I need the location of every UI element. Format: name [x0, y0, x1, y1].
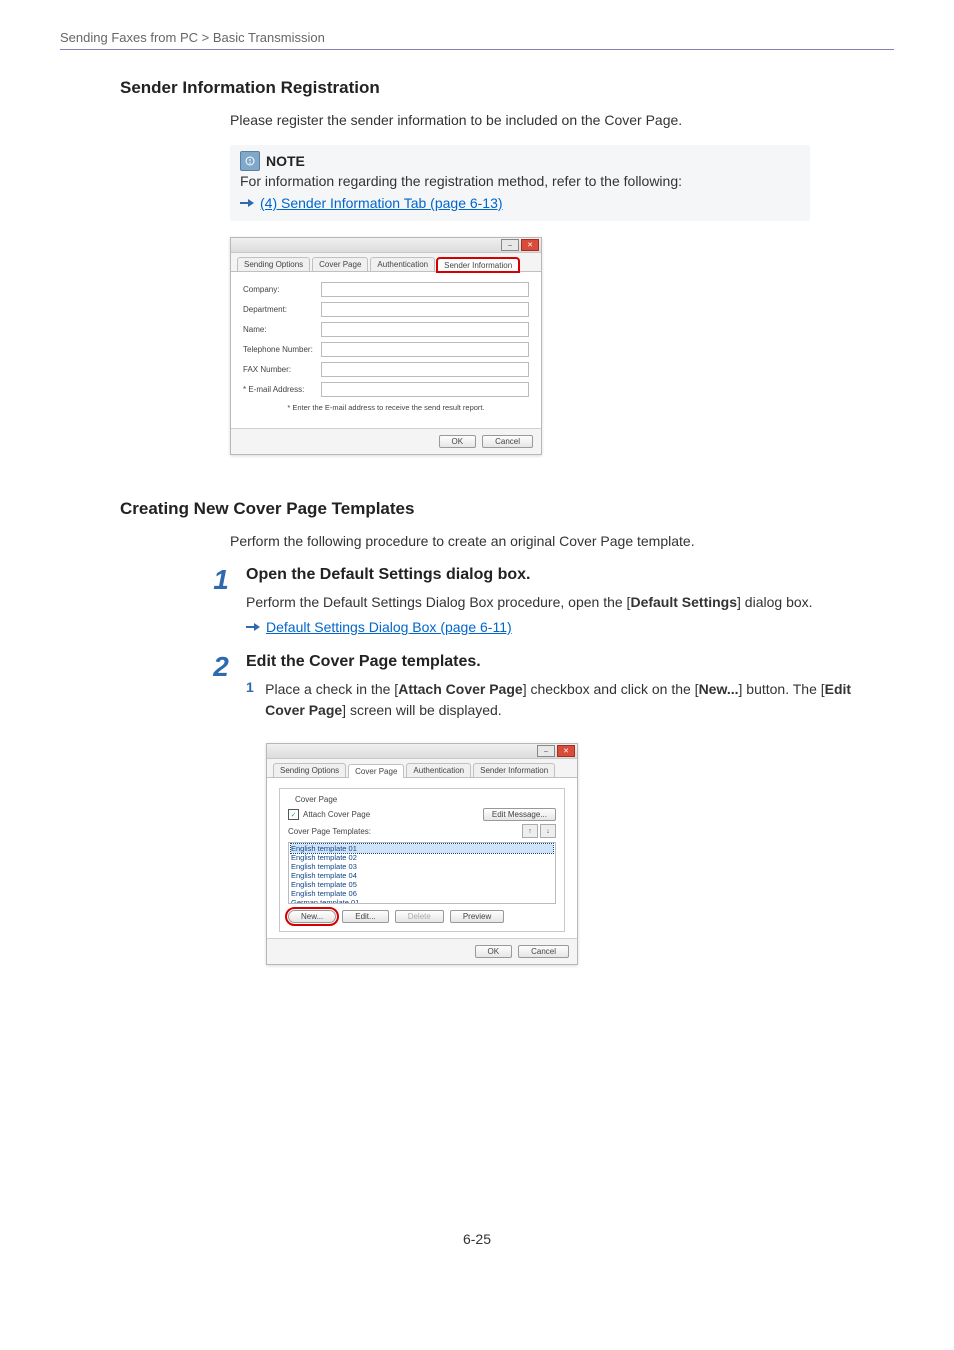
- text-input[interactable]: [321, 342, 529, 357]
- list-item[interactable]: English template 04: [291, 871, 553, 880]
- tab-authentication[interactable]: Authentication: [370, 257, 435, 271]
- link-sender-info-tab[interactable]: (4) Sender Information Tab (page 6-13): [260, 195, 503, 211]
- page-number: 6-25: [60, 1231, 894, 1247]
- field-label: Company:: [243, 285, 321, 294]
- tab-cover-page[interactable]: Cover Page: [348, 764, 404, 778]
- field-label: Department:: [243, 305, 321, 314]
- link-default-settings[interactable]: Default Settings Dialog Box (page 6-11): [266, 619, 512, 635]
- step-number-2: 2: [210, 653, 232, 681]
- note-icon: [240, 151, 260, 171]
- arrow-right-icon: [246, 622, 260, 632]
- text-input[interactable]: [321, 282, 529, 297]
- list-item[interactable]: German template 01: [291, 898, 553, 904]
- tab-authentication[interactable]: Authentication: [406, 763, 471, 777]
- sort-up-icon[interactable]: ↑: [522, 824, 538, 838]
- list-item[interactable]: English template 05: [291, 880, 553, 889]
- intro-sender-info: Please register the sender information t…: [230, 110, 894, 131]
- step1-text: Perform the Default Settings Dialog Box …: [246, 592, 894, 613]
- field-label: Name:: [243, 325, 321, 334]
- list-item[interactable]: English template 01: [291, 844, 553, 853]
- list-item[interactable]: English template 06: [291, 889, 553, 898]
- text-input[interactable]: [321, 322, 529, 337]
- tab-sender-information[interactable]: Sender Information: [437, 258, 519, 272]
- arrow-right-icon: [240, 198, 254, 208]
- heading-sender-info: Sender Information Registration: [120, 78, 894, 98]
- note-box: NOTE For information regarding the regis…: [230, 145, 810, 221]
- tab-sending-options[interactable]: Sending Options: [273, 763, 346, 777]
- dialog-sender-information: – ✕ Sending OptionsCover PageAuthenticat…: [230, 237, 542, 455]
- note-label: NOTE: [266, 153, 305, 169]
- edit-message-button[interactable]: Edit Message...: [483, 808, 556, 821]
- attach-cover-page-label: Attach Cover Page: [303, 810, 370, 819]
- close-icon[interactable]: ✕: [557, 745, 575, 757]
- ok-button[interactable]: OK: [439, 435, 477, 448]
- text-input[interactable]: [321, 362, 529, 377]
- intro-create-templates: Perform the following procedure to creat…: [230, 531, 894, 552]
- dialog-cover-page: – ✕ Sending OptionsCover PageAuthenticat…: [266, 743, 578, 965]
- breadcrumb: Sending Faxes from PC > Basic Transmissi…: [60, 30, 894, 45]
- field-label: * E-mail Address:: [243, 385, 321, 394]
- cancel-button[interactable]: Cancel: [482, 435, 533, 448]
- minimize-icon[interactable]: –: [501, 239, 519, 251]
- substep-number-1: 1: [246, 679, 255, 727]
- close-icon[interactable]: ✕: [521, 239, 539, 251]
- field-label: Telephone Number:: [243, 345, 321, 354]
- tab-sending-options[interactable]: Sending Options: [237, 257, 310, 271]
- text-input[interactable]: [321, 302, 529, 317]
- fieldset-cover-page: Cover Page: [292, 795, 340, 804]
- minimize-icon[interactable]: –: [537, 745, 555, 757]
- new-button[interactable]: New...: [288, 910, 336, 923]
- heading-create-templates: Creating New Cover Page Templates: [120, 499, 894, 519]
- divider: [60, 49, 894, 50]
- edit-button[interactable]: Edit...: [342, 910, 388, 923]
- template-list[interactable]: English template 01English template 02En…: [288, 842, 556, 904]
- attach-cover-page-checkbox[interactable]: ✓: [288, 809, 299, 820]
- list-item[interactable]: English template 02: [291, 853, 553, 862]
- tab-sender-information[interactable]: Sender Information: [473, 763, 555, 777]
- delete-button[interactable]: Delete: [395, 910, 444, 923]
- text-input[interactable]: [321, 382, 529, 397]
- field-label: FAX Number:: [243, 365, 321, 374]
- tab-cover-page[interactable]: Cover Page: [312, 257, 368, 271]
- dialog1-footnote: * Enter the E-mail address to receive th…: [243, 403, 529, 412]
- step1-title: Open the Default Settings dialog box.: [246, 566, 894, 584]
- sort-down-icon[interactable]: ↓: [540, 824, 556, 838]
- step2-title: Edit the Cover Page templates.: [246, 653, 894, 671]
- note-body: For information regarding the registrati…: [240, 173, 800, 189]
- preview-button[interactable]: Preview: [450, 910, 504, 923]
- list-item[interactable]: English template 03: [291, 862, 553, 871]
- ok-button[interactable]: OK: [475, 945, 513, 958]
- step-number-1: 1: [210, 566, 232, 594]
- cancel-button[interactable]: Cancel: [518, 945, 569, 958]
- substep-text: Place a check in the [Attach Cover Page]…: [265, 679, 894, 721]
